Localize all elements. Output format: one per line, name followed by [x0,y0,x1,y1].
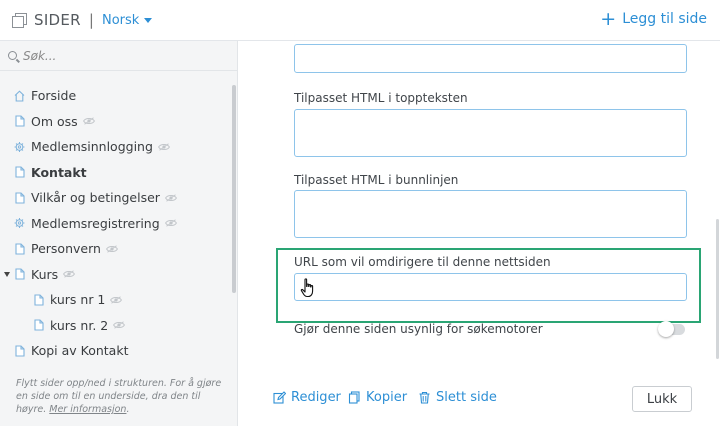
sidebar-item-kurs[interactable]: Kurs [0,262,230,288]
copy-label: Kopier [366,390,408,405]
page-icon [14,345,25,357]
page-icon [14,192,25,204]
more-info-link[interactable]: Mer informasjon [49,404,126,415]
highlight-box [276,248,701,323]
sidebar-item-label: Personvern [31,241,101,257]
pages-icon [12,12,27,28]
sidebar-item-label: kurs nr. 2 [50,317,109,333]
search-bar [0,41,237,71]
add-page-label: Legg til side [622,11,707,27]
hidden-eye-icon [164,194,177,202]
sidebar-item-kurs-nr-1[interactable]: kurs nr 1 [0,287,230,313]
help-text: Flytt sider opp/ned i strukturen. For å … [16,377,228,416]
help-period: . [126,404,130,415]
page-icon [14,268,25,280]
caret-down-icon[interactable] [4,271,10,277]
header-html-textarea[interactable] [294,109,687,157]
edit-icon [273,391,286,404]
language-dropdown[interactable]: Norsk [101,12,153,28]
toggle-knob [658,321,674,337]
edit-label: Rediger [291,390,341,405]
header-html-label: Tilpasset HTML i toppteksten [294,91,468,105]
delete-page-label: Slett side [436,390,497,405]
main-scrollbar[interactable] [716,219,719,359]
sidebar-item-label: Medlemsregistrering [31,215,160,231]
delete-page-button[interactable]: Slett side [418,390,497,405]
sidebar-item-kopi-av-kontakt[interactable]: Kopi av Kontakt [0,338,230,364]
gear-icon [14,217,25,229]
hidden-eye-icon [164,219,177,227]
plus-icon: + [600,8,617,30]
page-icon [14,166,25,178]
language-label: Norsk [101,12,140,28]
sidebar-item-label: Medlemsinnlogging [31,139,153,155]
footer-html-textarea[interactable] [294,190,687,238]
sidebar-item-label: Om oss [31,113,78,129]
app-title: SIDER [34,11,81,29]
close-button[interactable]: Lukk [632,386,692,412]
sidebar-scrollbar[interactable] [232,85,236,293]
sidebar-item-personvern[interactable]: Personvern [0,236,230,262]
sidebar-item-label: kurs nr 1 [50,292,106,308]
gear-icon [14,141,25,153]
sidebar-item-kontakt[interactable]: Kontakt [0,160,230,186]
hide-from-search-toggle[interactable] [658,321,685,337]
hidden-eye-icon [82,117,95,125]
page-icon [33,294,44,306]
hand-cursor-icon [300,278,314,298]
hidden-eye-icon [113,321,126,329]
search-icon [8,51,17,60]
top-bar: SIDER | Norsk + Legg til side [0,0,720,41]
hidden-eye-icon [157,143,170,151]
sidebar-item-om-oss[interactable]: Om oss [0,109,230,135]
page-icon [33,319,44,331]
hide-from-search-label: Gjør denne siden usynlig for søkemotorer [294,322,543,336]
search-input[interactable] [23,48,223,63]
sidebar-item-medlemsregistrering[interactable]: Medlemsregistrering [0,211,230,237]
hidden-eye-icon [63,270,76,278]
page-tree: Forside Om oss Medlemsinnlogging Kontakt Vil… [0,83,230,364]
caret-down-icon [144,18,153,23]
sidebar-item-label: Forside [31,88,77,104]
sidebar-item-label: Kontakt [31,164,87,180]
copy-button[interactable]: Kopier [348,390,407,405]
title-separator: | [88,11,94,29]
home-icon [14,90,25,102]
sidebar: Forside Om oss Medlemsinnlogging Kontakt Vil… [0,41,238,426]
sidebar-item-medlemsinnlogging[interactable]: Medlemsinnlogging [0,134,230,160]
footer-html-label: Tilpasset HTML i bunnlinjen [294,173,459,187]
trash-icon [419,391,430,404]
sidebar-item-label: Kurs [31,266,59,282]
sidebar-item-vilkår-og-betingelser[interactable]: Vilkår og betingelser [0,185,230,211]
sidebar-item-forside[interactable]: Forside [0,83,230,109]
page-icon [14,115,25,127]
page-icon [14,243,25,255]
hidden-eye-icon [105,245,118,253]
brand: SIDER | Norsk [12,11,153,29]
add-page-button[interactable]: + Legg til side [600,8,707,30]
sidebar-item-kurs-nr-2[interactable]: kurs nr. 2 [0,313,230,339]
sidebar-item-label: Kopi av Kontakt [31,343,129,359]
copy-icon [348,391,360,404]
sidebar-item-label: Vilkår og betingelser [31,190,160,206]
edit-button[interactable]: Rediger [273,390,341,405]
upper-field-input[interactable] [294,44,687,73]
hidden-eye-icon [110,296,123,304]
